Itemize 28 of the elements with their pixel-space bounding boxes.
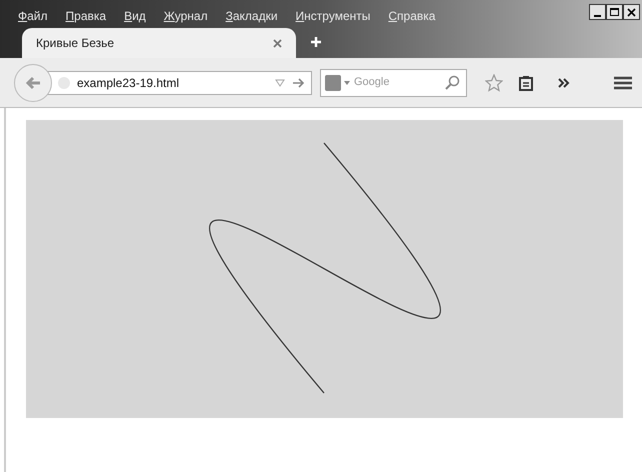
search-icon[interactable] [444, 74, 460, 90]
back-button[interactable] [14, 64, 52, 102]
search-engine-icon[interactable] [325, 74, 341, 90]
clipboard-icon[interactable] [518, 74, 534, 90]
search-input[interactable]: Google [354, 74, 434, 91]
go-arrow-icon[interactable] [293, 78, 305, 88]
back-arrow-icon [25, 76, 41, 90]
close-icon[interactable] [273, 38, 282, 48]
overflow-chevron-icon[interactable] [558, 78, 570, 88]
search-field[interactable]: Google [320, 68, 467, 96]
close-button[interactable] [623, 4, 640, 20]
maximize-button[interactable] [606, 4, 623, 20]
menu-item[interactable]: Журнал [164, 7, 208, 25]
menu-icon[interactable] [614, 76, 632, 90]
menu-item[interactable]: Файл [18, 7, 48, 25]
new-tab-icon[interactable] [310, 36, 322, 48]
menu-item[interactable]: Закладки [226, 7, 278, 25]
menu-item[interactable]: Справка [388, 7, 436, 25]
menu-item[interactable]: Инструменты [296, 7, 370, 25]
star-icon[interactable] [485, 74, 503, 92]
dropdown-icon[interactable] [344, 80, 350, 84]
menu-item[interactable]: Правка [66, 7, 106, 25]
browser-tab[interactable]: Кривые Безье [22, 28, 296, 58]
address-field[interactable]: example23-19.html [46, 70, 312, 94]
menu-item[interactable]: Вид [124, 7, 146, 25]
minimize-button[interactable] [589, 4, 606, 20]
close-icon [627, 8, 636, 16]
dropdown-icon[interactable] [275, 78, 285, 86]
